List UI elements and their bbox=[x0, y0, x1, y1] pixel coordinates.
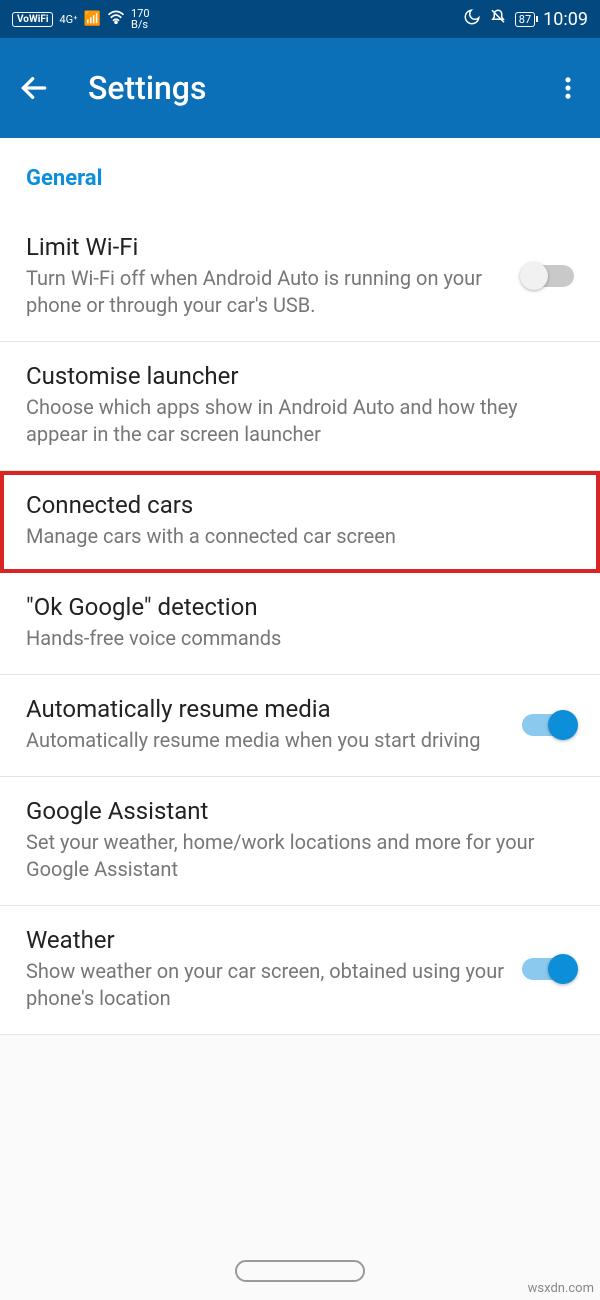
wifi-icon bbox=[107, 10, 125, 28]
page-title: Settings bbox=[88, 69, 554, 107]
item-subtitle: Set your weather, home/work locations an… bbox=[26, 829, 556, 883]
battery-indicator: 87 bbox=[515, 12, 535, 27]
setting-resume-media[interactable]: Automatically resume media Automatically… bbox=[0, 675, 600, 777]
item-title: "Ok Google" detection bbox=[26, 593, 556, 621]
setting-connected-cars[interactable]: Connected cars Manage cars with a connec… bbox=[0, 471, 600, 573]
toggle-resume-media[interactable] bbox=[522, 714, 574, 736]
item-title: Google Assistant bbox=[26, 797, 556, 825]
item-subtitle: Automatically resume media when you star… bbox=[26, 727, 504, 754]
back-icon[interactable] bbox=[18, 72, 50, 104]
status-left: VoWiFi 4G⁺ 📶 170 B/s bbox=[12, 8, 150, 30]
item-subtitle: Hands-free voice commands bbox=[26, 625, 556, 652]
setting-google-assistant[interactable]: Google Assistant Set your weather, home/… bbox=[0, 777, 600, 906]
status-bar: VoWiFi 4G⁺ 📶 170 B/s 87 10:09 bbox=[0, 0, 600, 38]
clock: 10:09 bbox=[543, 9, 588, 30]
item-title: Weather bbox=[26, 926, 504, 954]
app-bar: Settings bbox=[0, 38, 600, 138]
mute-icon bbox=[489, 8, 507, 30]
status-right: 87 10:09 bbox=[463, 8, 588, 30]
item-subtitle: Turn Wi-Fi off when Android Auto is runn… bbox=[26, 265, 504, 319]
toggle-weather[interactable] bbox=[522, 958, 574, 980]
setting-weather[interactable]: Weather Show weather on your car screen,… bbox=[0, 906, 600, 1035]
item-title: Connected cars bbox=[26, 491, 556, 519]
vowifi-badge: VoWiFi bbox=[12, 12, 53, 27]
watermark: wsxdn.com bbox=[528, 1281, 594, 1296]
moon-icon bbox=[463, 8, 481, 30]
section-header-general: General bbox=[0, 138, 600, 213]
setting-limit-wifi[interactable]: Limit Wi-Fi Turn Wi-Fi off when Android … bbox=[0, 213, 600, 342]
setting-ok-google[interactable]: "Ok Google" detection Hands-free voice c… bbox=[0, 573, 600, 675]
item-title: Automatically resume media bbox=[26, 695, 504, 723]
item-subtitle: Choose which apps show in Android Auto a… bbox=[26, 394, 556, 448]
network-speed: 170 B/s bbox=[131, 8, 150, 30]
more-icon[interactable] bbox=[554, 74, 582, 102]
signal-indicator: 4G⁺ bbox=[59, 13, 77, 26]
signal-bars-icon: 📶 bbox=[84, 11, 101, 27]
toggle-limit-wifi[interactable] bbox=[522, 265, 574, 287]
settings-list: General Limit Wi-Fi Turn Wi-Fi off when … bbox=[0, 138, 600, 1035]
item-title: Customise launcher bbox=[26, 362, 556, 390]
setting-customise-launcher[interactable]: Customise launcher Choose which apps sho… bbox=[0, 342, 600, 471]
item-subtitle: Show weather on your car screen, obtaine… bbox=[26, 958, 504, 1012]
item-subtitle: Manage cars with a connected car screen bbox=[26, 523, 556, 550]
nav-pill[interactable] bbox=[235, 1260, 365, 1282]
item-title: Limit Wi-Fi bbox=[26, 233, 504, 261]
